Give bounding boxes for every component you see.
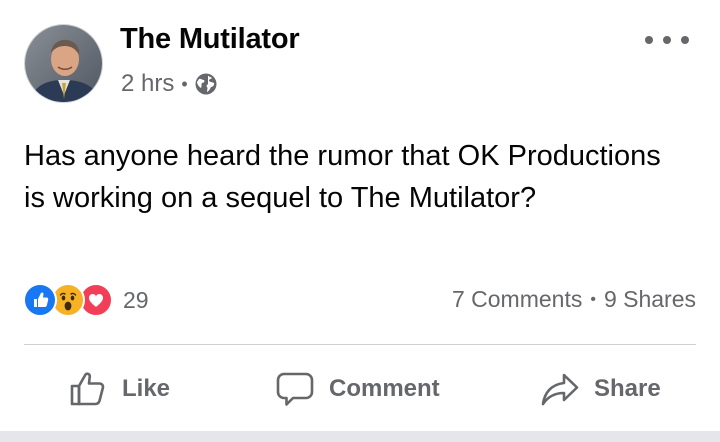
- avatar-photo: [25, 25, 102, 102]
- like-reaction-icon: [23, 283, 57, 317]
- engagement-stats: 7 Comments • 9 Shares: [452, 286, 696, 313]
- post-card: The Mutilator 2 hrs • Has anyone heard t…: [0, 0, 720, 431]
- comment-button[interactable]: Comment: [275, 369, 440, 409]
- comments-count-link[interactable]: 7 Comments: [452, 286, 582, 312]
- post-time[interactable]: 2 hrs: [121, 70, 174, 98]
- reaction-count: 29: [123, 286, 149, 313]
- globe-icon[interactable]: [194, 72, 218, 96]
- more-dot-icon: [663, 36, 671, 44]
- share-arrow-icon: [540, 369, 580, 409]
- post-meta: 2 hrs •: [121, 68, 218, 100]
- like-label: Like: [122, 375, 171, 402]
- author-name[interactable]: The Mutilator: [120, 23, 300, 56]
- comment-label: Comment: [329, 375, 440, 402]
- reactions-summary[interactable]: 29: [23, 283, 149, 317]
- more-dot-icon: [645, 36, 653, 44]
- share-label: Share: [594, 375, 661, 402]
- stats-separator: •: [590, 291, 596, 308]
- thumbs-up-icon: [68, 369, 108, 409]
- more-dot-icon: [681, 36, 689, 44]
- more-options-button[interactable]: [645, 28, 689, 52]
- feed-separator: [0, 431, 720, 442]
- action-bar: Like Comment Share: [0, 345, 720, 431]
- comment-bubble-icon: [275, 369, 315, 409]
- avatar[interactable]: [24, 24, 103, 103]
- shares-count-link[interactable]: 9 Shares: [604, 286, 696, 312]
- like-button[interactable]: Like: [68, 369, 170, 409]
- meta-separator: •: [181, 73, 188, 94]
- share-button[interactable]: Share: [540, 369, 661, 409]
- post-text: Has anyone heard the rumor that OK Produ…: [24, 140, 661, 214]
